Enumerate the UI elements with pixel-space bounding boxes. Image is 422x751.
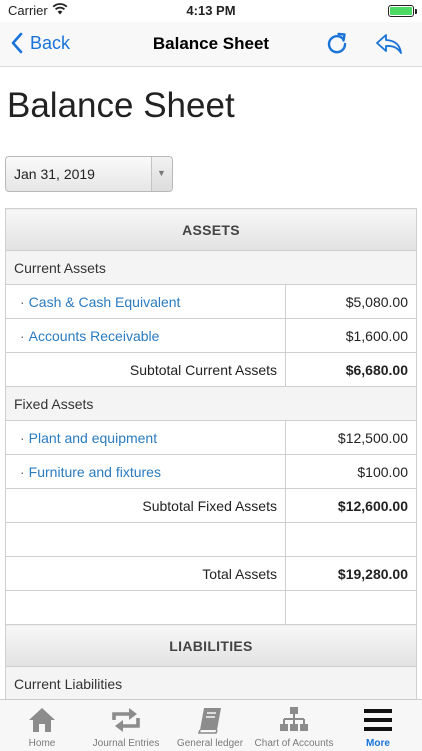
subtotal-row-fixed-assets: Subtotal Fixed Assets $12,600.00 <box>5 488 417 523</box>
date-select[interactable]: Jan 31, 2019 ▼ <box>5 156 173 192</box>
battery-icon <box>388 5 417 17</box>
nav-title: Balance Sheet <box>152 34 270 53</box>
liabilities-header: LIABILITIES <box>5 624 417 667</box>
hierarchy-icon <box>252 706 336 734</box>
table-row: · Accounts Receivable $1,600.00 <box>5 318 417 353</box>
amount-cell: $12,500.00 <box>285 420 417 455</box>
table-row: · Furniture and fixtures $100.00 <box>5 454 417 489</box>
subtotal-amount: $12,600.00 <box>285 488 417 523</box>
subtotal-label: Subtotal Current Assets <box>5 352 286 387</box>
subtotal-row-current-assets: Subtotal Current Assets $6,680.00 <box>5 352 417 387</box>
tab-journal-entries[interactable]: Journal Entries <box>84 700 168 751</box>
tab-label: Journal Entries <box>92 738 160 749</box>
account-link-furniture[interactable]: Furniture and fixtures <box>29 464 161 480</box>
repeat-icon <box>84 706 168 734</box>
subtotal-amount: $6,680.00 <box>285 352 417 387</box>
table-row: · Plant and equipment $12,500.00 <box>5 420 417 455</box>
group-label: Current Liabilities <box>5 666 417 701</box>
tab-label: More <box>366 738 390 749</box>
tab-label: General ledger <box>176 738 244 749</box>
refresh-icon[interactable] <box>324 31 350 57</box>
tab-bar: Home Journal Entries General ledger Char… <box>0 699 422 751</box>
total-row-assets: Total Assets $19,280.00 <box>5 556 417 591</box>
dropdown-arrow: ▼ <box>151 157 172 191</box>
balance-sheet-table: ASSETS Current Assets · Cash & Cash Equiv… <box>5 208 417 701</box>
tab-general-ledger[interactable]: General ledger <box>168 700 252 751</box>
subtotal-label: Subtotal Fixed Assets <box>5 488 286 523</box>
date-select-value: Jan 31, 2019 <box>14 166 95 182</box>
section-header-liabilities: LIABILITIES <box>5 624 417 667</box>
group-row-current-liabilities: Current Liabilities <box>5 666 417 701</box>
total-label: Total Assets <box>5 556 286 591</box>
spacer-row <box>5 522 417 557</box>
assets-header: ASSETS <box>5 208 417 251</box>
account-link-plant[interactable]: Plant and equipment <box>29 430 157 446</box>
table-row: · Cash & Cash Equivalent $5,080.00 <box>5 284 417 319</box>
group-row-fixed-assets: Fixed Assets <box>5 386 417 421</box>
total-amount: $19,280.00 <box>285 556 417 591</box>
group-label: Current Assets <box>5 250 417 285</box>
tab-more[interactable]: More <box>336 700 420 751</box>
group-row-current-assets: Current Assets <box>5 250 417 285</box>
reply-icon[interactable] <box>374 32 404 56</box>
book-icon <box>168 706 252 734</box>
tab-label: Home <box>28 738 56 749</box>
amount-cell: $5,080.00 <box>285 284 417 319</box>
menu-icon <box>336 706 420 734</box>
home-icon <box>0 706 84 734</box>
amount-cell: $100.00 <box>285 454 417 489</box>
tab-chart-of-accounts[interactable]: Chart of Accounts <box>252 700 336 751</box>
account-link-receivable[interactable]: Accounts Receivable <box>29 328 160 344</box>
spacer-row <box>5 590 417 625</box>
tab-home[interactable]: Home <box>0 700 84 751</box>
amount-cell: $1,600.00 <box>285 318 417 353</box>
tab-label: Chart of Accounts <box>254 738 334 749</box>
chevron-down-icon: ▼ <box>157 168 166 178</box>
section-header-assets: ASSETS <box>5 208 417 251</box>
clock: 4:13 PM <box>186 3 236 18</box>
page-title: Balance Sheet <box>7 86 235 125</box>
group-label: Fixed Assets <box>5 386 417 421</box>
navigation-bar: Back Balance Sheet <box>0 22 422 67</box>
account-link-cash[interactable]: Cash & Cash Equivalent <box>29 294 181 310</box>
status-bar: Carrier 4:13 PM <box>0 0 422 22</box>
